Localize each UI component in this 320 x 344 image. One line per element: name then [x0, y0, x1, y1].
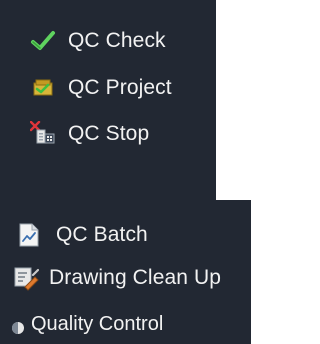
quality-control-ui: QC Check QC Project QC Stop QC Batch Dra… — [0, 0, 251, 344]
drawing-clean-up-icon — [13, 265, 39, 291]
qc-dropdown-menu: QC Check QC Project QC Stop — [0, 0, 216, 200]
panel-title-label: Quality Control — [31, 313, 164, 335]
menu-item-label: QC Project — [68, 76, 172, 99]
drawing-clean-up-button[interactable]: Drawing Clean Up — [13, 265, 221, 291]
qc-stop-icon — [30, 121, 56, 147]
qc-batch-label: QC Batch — [56, 223, 148, 246]
menu-item-qc-project[interactable]: QC Project — [30, 75, 172, 101]
menu-item-qc-stop[interactable]: QC Stop — [30, 121, 149, 147]
menu-item-label: QC Check — [68, 29, 166, 52]
check-icon — [30, 28, 56, 54]
qc-project-icon — [30, 75, 56, 101]
qc-batch-icon — [16, 222, 42, 248]
menu-item-label: QC Stop — [68, 122, 150, 145]
quality-control-icon — [11, 318, 25, 334]
panel-title[interactable]: Quality Control — [11, 313, 163, 336]
drawing-clean-up-label: Drawing Clean Up — [49, 266, 222, 289]
qc-batch-button[interactable]: QC Batch — [16, 222, 148, 248]
menu-item-qc-check[interactable]: QC Check — [30, 28, 166, 54]
